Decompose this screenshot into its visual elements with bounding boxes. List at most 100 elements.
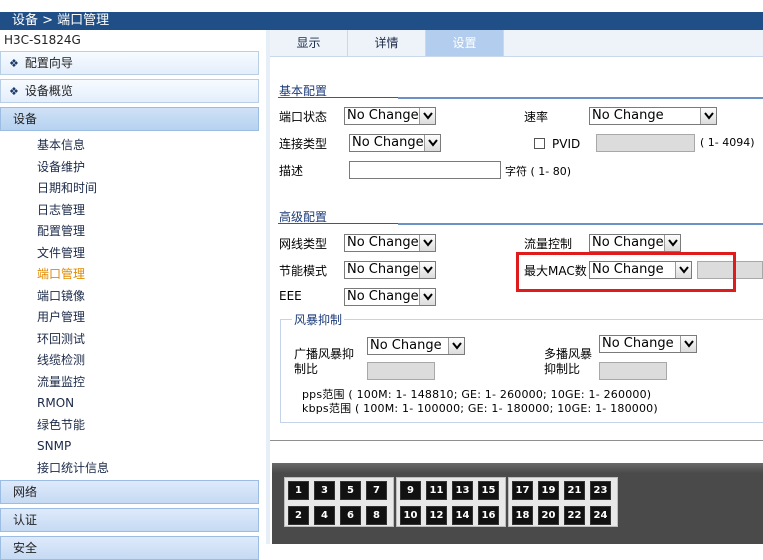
sidebar-section-wizard[interactable]: ❖ 配置向导 xyxy=(0,51,259,75)
sidebar-section-label: 设备概览 xyxy=(24,84,73,98)
speed-select[interactable]: No Change xyxy=(589,107,717,125)
sidebar-item-loopback[interactable]: 环回测试 xyxy=(37,330,85,348)
link-type-select[interactable]: No Change xyxy=(349,134,441,152)
port-3[interactable]: 3 xyxy=(314,481,335,500)
port-13[interactable]: 13 xyxy=(452,481,473,500)
mdi-value: No Change xyxy=(347,235,419,250)
port-15[interactable]: 15 xyxy=(478,481,499,500)
kbps-range: kbps范围 ( 100M: 1- 100000; GE: 1- 180000;… xyxy=(302,402,658,415)
power-mode-select[interactable]: No Change xyxy=(344,261,436,279)
sidebar-item-log[interactable]: 日志管理 xyxy=(37,201,85,219)
eee-value: No Change xyxy=(347,289,419,304)
sidebar-item-traffic[interactable]: 流量监控 xyxy=(37,373,85,391)
power-mode-value: No Change xyxy=(347,262,419,277)
chevron-down-icon xyxy=(424,135,440,151)
description-hint: 字符 ( 1- 80) xyxy=(505,165,572,178)
tab-settings[interactable]: 设置 xyxy=(426,30,504,56)
sidebar-item-maintenance[interactable]: 设备维护 xyxy=(37,158,85,176)
chevron-down-icon xyxy=(664,235,680,251)
port-19[interactable]: 19 xyxy=(538,481,559,500)
description-label: 描述 xyxy=(279,164,304,178)
mdi-select[interactable]: No Change xyxy=(344,234,436,252)
chevron-down-icon xyxy=(419,235,435,251)
storm-suppression-legend: 风暴抑制 xyxy=(292,311,345,328)
chevron-down-icon xyxy=(448,338,464,354)
switch-panel-top xyxy=(272,463,763,473)
port-status-label: 端口状态 xyxy=(279,110,328,124)
sidebar-item-snmp[interactable]: SNMP xyxy=(37,437,71,455)
port-5[interactable]: 5 xyxy=(340,481,361,500)
device-name: H3C-S1824G xyxy=(4,33,81,47)
pvid-input[interactable] xyxy=(596,134,695,152)
highlight-box xyxy=(516,252,736,292)
diamond-icon: ❖ xyxy=(9,85,19,98)
sidebar-section-auth[interactable]: 认证 xyxy=(0,508,259,532)
tab-details[interactable]: 详情 xyxy=(348,30,426,56)
advanced-config-line-accent xyxy=(398,223,763,225)
eee-label: EEE xyxy=(279,289,302,303)
basic-config-line-accent xyxy=(398,97,763,99)
sidebar-item-config[interactable]: 配置管理 xyxy=(37,222,85,240)
port-18[interactable]: 18 xyxy=(512,506,533,525)
sidebar-item-cable-test[interactable]: 线缆检测 xyxy=(37,351,85,369)
sidebar-item-datetime[interactable]: 日期和时间 xyxy=(37,179,97,197)
port-7[interactable]: 7 xyxy=(366,481,387,500)
port-14[interactable]: 14 xyxy=(452,506,473,525)
sidebar-item-basic-info[interactable]: 基本信息 xyxy=(37,136,85,154)
pvid-label: PVID xyxy=(552,137,581,151)
multicast-label-2: 抑制比 xyxy=(544,362,581,376)
port-22[interactable]: 22 xyxy=(564,506,585,525)
sidebar-item-users[interactable]: 用户管理 xyxy=(37,308,85,326)
port-status-value: No Change xyxy=(347,108,419,123)
link-type-label: 连接类型 xyxy=(279,137,328,151)
port-11[interactable]: 11 xyxy=(426,481,447,500)
link-type-value: No Change xyxy=(352,135,424,150)
port-24[interactable]: 24 xyxy=(590,506,611,525)
port-4[interactable]: 4 xyxy=(314,506,335,525)
sidebar-section-overview[interactable]: ❖ 设备概览 xyxy=(0,79,259,103)
flow-control-value: No Change xyxy=(592,235,664,250)
chevron-down-icon xyxy=(680,336,696,352)
broadcast-input[interactable] xyxy=(367,362,435,380)
port-17[interactable]: 17 xyxy=(512,481,533,500)
pvid-range: ( 1- 4094) xyxy=(700,136,755,149)
sidebar-item-rmon[interactable]: RMON xyxy=(37,394,74,412)
chevron-down-icon xyxy=(700,108,716,124)
port-21[interactable]: 21 xyxy=(564,481,585,500)
sidebar-section-security[interactable]: 安全 xyxy=(0,536,259,560)
eee-select[interactable]: No Change xyxy=(344,288,436,306)
broadcast-label-2: 制比 xyxy=(294,362,319,376)
mdi-label: 网线类型 xyxy=(279,237,328,251)
broadcast-value: No Change xyxy=(370,338,442,353)
port-23[interactable]: 23 xyxy=(590,481,611,500)
sidebar-item-stats[interactable]: 接口统计信息 xyxy=(37,459,109,477)
sidebar-section-device[interactable]: 设备 xyxy=(0,107,259,131)
sidebar-item-file[interactable]: 文件管理 xyxy=(37,244,85,262)
port-1[interactable]: 1 xyxy=(288,481,309,500)
port-20[interactable]: 20 xyxy=(538,506,559,525)
sidebar-item-port-mirror[interactable]: 端口镜像 xyxy=(37,287,85,305)
chevron-down-icon xyxy=(419,262,435,278)
port-12[interactable]: 12 xyxy=(426,506,447,525)
description-input[interactable] xyxy=(349,161,501,179)
port-8[interactable]: 8 xyxy=(366,506,387,525)
sidebar-section-network[interactable]: 网络 xyxy=(0,480,259,504)
top-strip xyxy=(0,0,763,12)
port-16[interactable]: 16 xyxy=(478,506,499,525)
port-status-select[interactable]: No Change xyxy=(344,107,436,125)
sidebar-item-green[interactable]: 绿色节能 xyxy=(37,416,85,434)
content-divider xyxy=(270,440,763,441)
tab-display[interactable]: 显示 xyxy=(270,30,348,56)
flow-control-select[interactable]: No Change xyxy=(589,234,681,252)
port-9[interactable]: 9 xyxy=(400,481,421,500)
sidebar-item-port-management[interactable]: 端口管理 xyxy=(37,265,85,283)
port-10[interactable]: 10 xyxy=(400,506,421,525)
chevron-down-icon xyxy=(419,108,435,124)
diamond-icon: ❖ xyxy=(9,57,19,70)
multicast-input[interactable] xyxy=(599,362,667,380)
pvid-checkbox[interactable] xyxy=(534,138,545,149)
port-2[interactable]: 2 xyxy=(288,506,309,525)
broadcast-select[interactable]: No Change xyxy=(367,337,465,355)
multicast-select[interactable]: No Change xyxy=(599,335,697,353)
port-6[interactable]: 6 xyxy=(340,506,361,525)
